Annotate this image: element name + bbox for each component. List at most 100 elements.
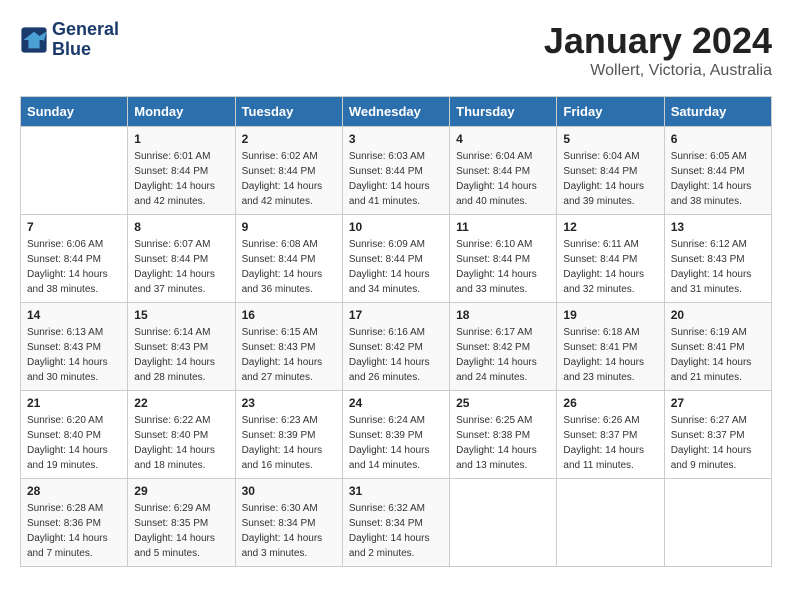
sunrise-label: Sunrise: 6:24 AM — [349, 415, 425, 426]
day-info: Sunrise: 6:27 AMSunset: 8:37 PMDaylight:… — [671, 413, 765, 473]
sunset-label: Sunset: 8:40 PM — [27, 430, 101, 441]
logo-line1: General — [52, 20, 119, 40]
calendar-header-sunday: Sunday — [21, 97, 128, 127]
day-number: 23 — [242, 396, 336, 410]
sunrise-label: Sunrise: 6:26 AM — [563, 415, 639, 426]
sunset-label: Sunset: 8:42 PM — [349, 342, 423, 353]
day-info: Sunrise: 6:17 AM Sunset: 8:42 PM Daylight:… — [456, 325, 550, 385]
daylight-label: Daylight: 14 hours and 14 minutes. — [349, 445, 430, 471]
logo: General Blue — [20, 20, 119, 60]
day-number: 8 — [134, 220, 228, 234]
daylight-label: Daylight: 14 hours and 21 minutes. — [671, 357, 752, 383]
calendar-cell: 15 Sunrise: 6:14 AMSunset: 8:43 PMDayligh… — [128, 303, 235, 391]
calendar-header-wednesday: Wednesday — [342, 97, 449, 127]
sunset-label: Sunset: 8:44 PM — [242, 166, 316, 177]
logo-line2: Blue — [52, 40, 119, 60]
calendar-cell: 28Sunrise: 6:28 AMSunset: 8:36 PMDayligh… — [21, 479, 128, 567]
calendar-table: SundayMondayTuesdayWednesdayThursdayFrid… — [20, 96, 772, 567]
day-info: Sunrise: 6:29 AMSunset: 8:35 PMDaylight:… — [134, 501, 228, 561]
calendar-cell — [557, 479, 664, 567]
day-number: 24 — [349, 396, 443, 410]
calendar-cell: 26Sunrise: 6:26 AMSunset: 8:37 PMDayligh… — [557, 391, 664, 479]
day-number: 4 — [456, 132, 550, 146]
day-info: Sunrise: 6:23 AMSunset: 8:39 PMDaylight:… — [242, 413, 336, 473]
calendar-cell: 11Sunrise: 6:10 AMSunset: 8:44 PMDayligh… — [450, 215, 557, 303]
calendar-cell: 23 Sunrise: 6:23 AMSunset: 8:39 PMDayligh… — [235, 391, 342, 479]
sunset-label: Sunset: 8:34 PM — [242, 518, 316, 529]
daylight-label: Daylight: 14 hours and 9 minutes. — [671, 445, 752, 471]
day-number: 1 — [134, 132, 228, 146]
sunrise-label: Sunrise: 6:05 AM — [671, 151, 747, 162]
sunset-label: Sunset: 8:41 PM — [563, 342, 637, 353]
day-info: Sunrise: 6:12 AMSunset: 8:43 PMDaylight:… — [671, 237, 765, 297]
day-number: 29 — [134, 484, 228, 498]
day-info: Sunrise: 6:03 AMSunset: 8:44 PMDaylight:… — [349, 149, 443, 209]
calendar-cell — [21, 127, 128, 215]
day-info: Sunrise: 6:08 AMSunset: 8:44 PMDaylight:… — [242, 237, 336, 297]
daylight-label: Daylight: 14 hours and 23 minutes. — [563, 357, 644, 383]
day-number: 7 — [27, 220, 121, 234]
day-info: Sunrise: 6:02 AMSunset: 8:44 PMDaylight:… — [242, 149, 336, 209]
day-number: 19 — [563, 308, 657, 322]
sunrise-label: Sunrise: 6:28 AM — [27, 503, 103, 514]
day-number: 11 — [456, 220, 550, 234]
daylight-label: Daylight: 14 hours and 24 minutes. — [456, 357, 537, 383]
day-number: 6 — [671, 132, 765, 146]
calendar-header-thursday: Thursday — [450, 97, 557, 127]
day-info: Sunrise: 6:04 AMSunset: 8:44 PMDaylight:… — [456, 149, 550, 209]
day-number: 10 — [349, 220, 443, 234]
sunrise-label: Sunrise: 6:14 AM — [134, 327, 210, 338]
calendar-cell: 18 Sunrise: 6:17 AM Sunset: 8:42 PM Dayligh… — [450, 303, 557, 391]
sunset-label: Sunset: 8:44 PM — [563, 166, 637, 177]
daylight-label: Daylight: 14 hours and 3 minutes. — [242, 533, 323, 559]
sunset-label: Sunset: 8:44 PM — [27, 254, 101, 265]
daylight-label: Daylight: 14 hours and 13 minutes. — [456, 445, 537, 471]
calendar-cell: 8 Sunrise: 6:07 AMSunset: 8:44 PMDaylight… — [128, 215, 235, 303]
sunset-label: Sunset: 8:42 PM — [456, 342, 530, 353]
day-info: Sunrise: 6:06 AMSunset: 8:44 PMDaylight:… — [27, 237, 121, 297]
daylight-label: Daylight: 14 hours and 40 minutes. — [456, 181, 537, 207]
day-number: 2 — [242, 132, 336, 146]
day-info: Sunrise: 6:20 AMSunset: 8:40 PMDaylight:… — [27, 413, 121, 473]
calendar-header-friday: Friday — [557, 97, 664, 127]
sunset-label: Sunset: 8:44 PM — [349, 254, 423, 265]
day-number: 3 — [349, 132, 443, 146]
day-number: 27 — [671, 396, 765, 410]
day-number: 17 — [349, 308, 443, 322]
day-info: Sunrise: 6:14 AMSunset: 8:43 PMDaylight:… — [134, 325, 228, 385]
calendar-cell: 1Sunrise: 6:01 AMSunset: 8:44 PMDaylight… — [128, 127, 235, 215]
daylight-label: Daylight: 14 hours and 30 minutes. — [27, 357, 108, 383]
day-info: Sunrise: 6:16 AMSunset: 8:42 PMDaylight:… — [349, 325, 443, 385]
day-number: 15 — [134, 308, 228, 322]
sunrise-label: Sunrise: 6:27 AM — [671, 415, 747, 426]
sunrise-label: Sunrise: 6:04 AM — [563, 151, 639, 162]
calendar-week-row: 28 Sunrise: 6:28 AM Sunset: 8:36 PM Dayligh… — [21, 479, 772, 567]
sunset-label: Sunset: 8:36 PM — [27, 518, 101, 529]
page-header: General Blue January 2024 Wollert, Victo… — [20, 20, 772, 80]
calendar-header-saturday: Saturday — [664, 97, 771, 127]
day-number: 14 — [27, 308, 121, 322]
calendar-header-row: SundayMondayTuesdayWednesdayThursdayFrid… — [21, 97, 772, 127]
day-info: Sunrise: 6:07 AMSunset: 8:44 PMDaylight:… — [134, 237, 228, 297]
daylight-label: Daylight: 14 hours and 31 minutes. — [671, 269, 752, 295]
calendar-cell: 20Sunrise: 6:19 AMSunset: 8:41 PMDayligh… — [664, 303, 771, 391]
sunset-label: Sunset: 8:44 PM — [456, 254, 530, 265]
calendar-cell: 4 Sunrise: 6:04 AMSunset: 8:44 PMDaylight… — [450, 127, 557, 215]
sunrise-label: Sunrise: 6:20 AM — [27, 415, 103, 426]
day-number: 28 — [27, 484, 121, 498]
daylight-label: Daylight: 14 hours and 38 minutes. — [27, 269, 108, 295]
calendar-cell: 19Sunrise: 6:18 AMSunset: 8:41 PMDayligh… — [557, 303, 664, 391]
sunset-label: Sunset: 8:34 PM — [349, 518, 423, 529]
sunset-label: Sunset: 8:44 PM — [456, 166, 530, 177]
sunrise-label: Sunrise: 6:19 AM — [671, 327, 747, 338]
sunset-label: Sunset: 8:35 PM — [134, 518, 208, 529]
sunrise-label: Sunrise: 6:11 AM — [563, 239, 638, 250]
day-number: 18 — [456, 308, 550, 322]
day-number: 12 — [563, 220, 657, 234]
day-number: 9 — [242, 220, 336, 234]
calendar-cell: 5Sunrise: 6:04 AMSunset: 8:44 PMDaylight… — [557, 127, 664, 215]
sunset-label: Sunset: 8:44 PM — [349, 166, 423, 177]
day-number: 20 — [671, 308, 765, 322]
daylight-label: Daylight: 14 hours and 26 minutes. — [349, 357, 430, 383]
sunrise-label: Sunrise: 6:17 AM — [456, 327, 532, 338]
